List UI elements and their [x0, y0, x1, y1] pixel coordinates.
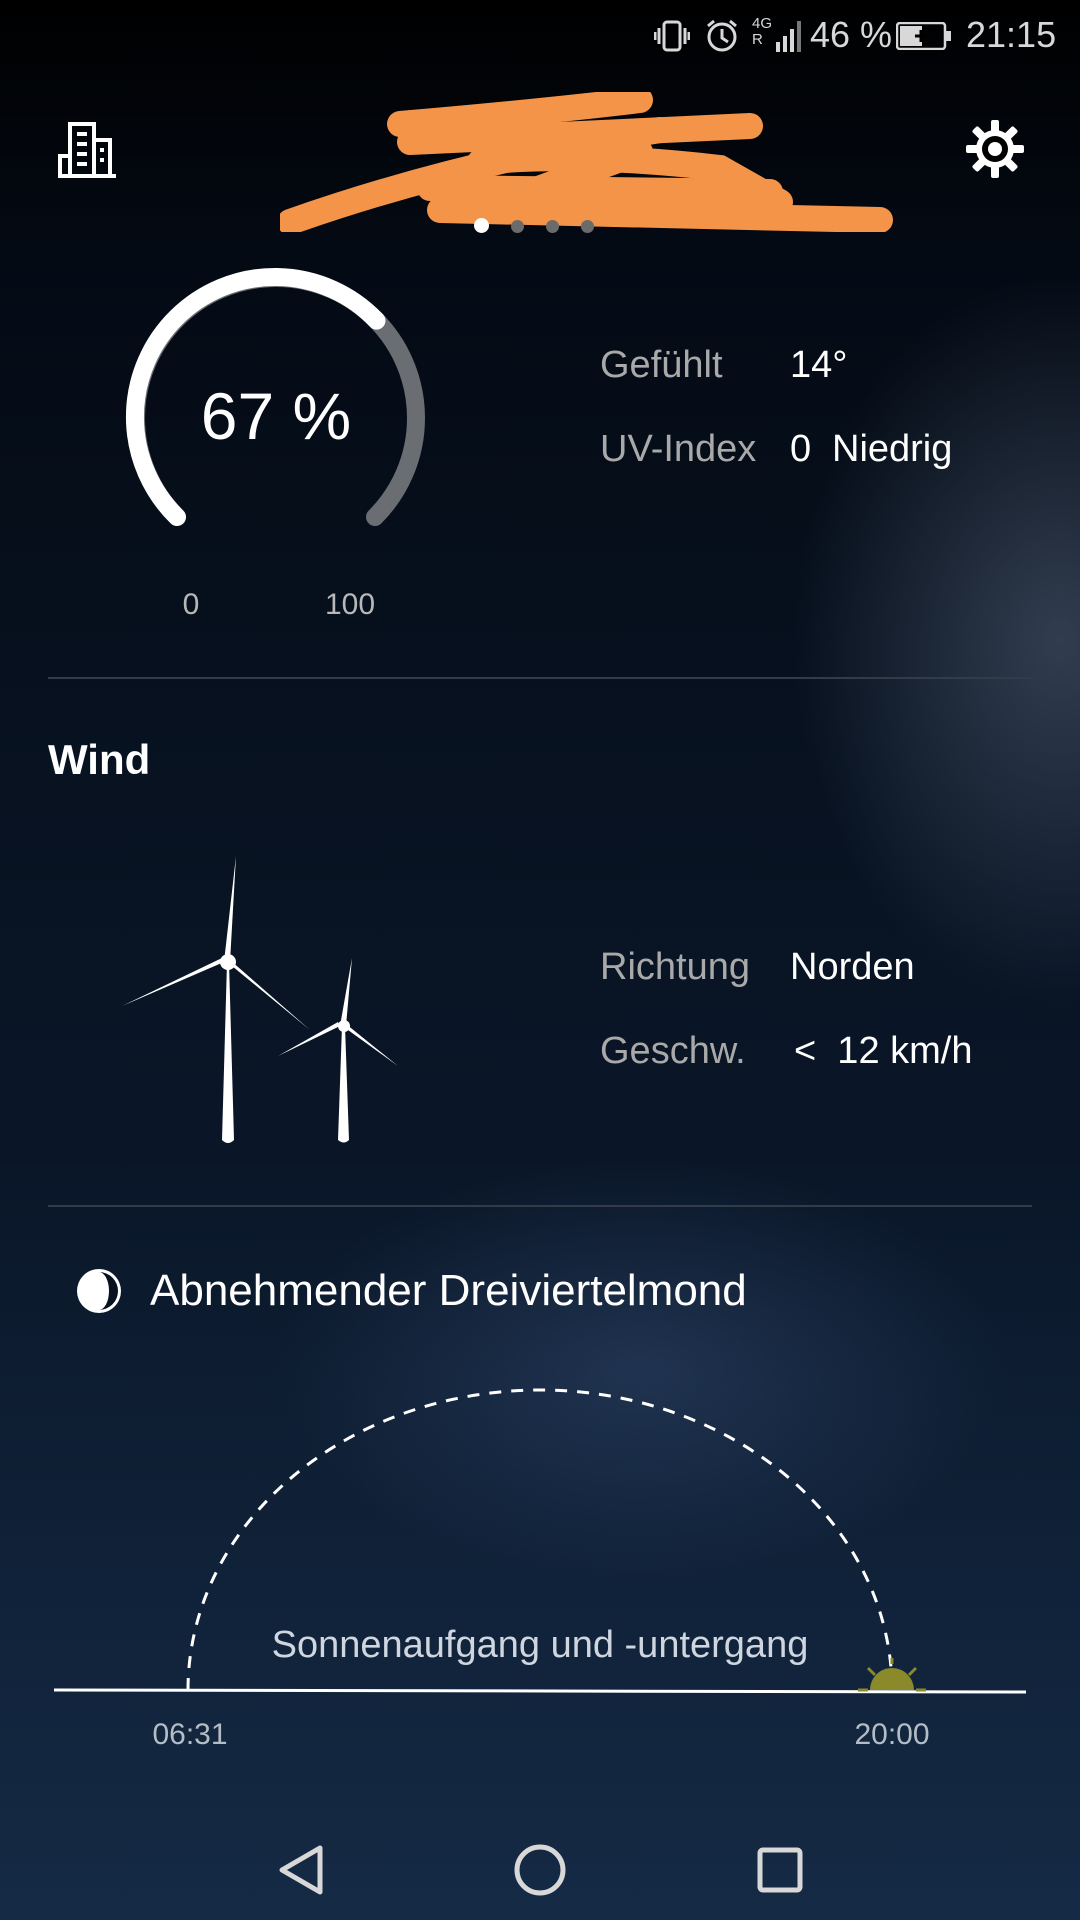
divider [48, 677, 1032, 679]
sun-path-chart [53, 1388, 1027, 1694]
sunrise-time: 06:31 [152, 1718, 228, 1751]
wind-section-title: Wind [48, 736, 151, 783]
battery-percent: 46 % [810, 14, 893, 55]
wind-direction-label: Richtung [600, 946, 750, 988]
gauge-max-label: 100 [324, 588, 376, 621]
signal-icon [776, 21, 801, 52]
vibrate-icon [654, 20, 690, 52]
page-indicator [474, 218, 616, 233]
status-bar: 4G R 46 % 21:15 [0, 0, 1080, 72]
sunset-time: 20:00 [854, 1718, 930, 1751]
wind-speed-value: < 12 km/h [794, 1030, 973, 1072]
sun-caption: Sonnenaufgang und -untergang [271, 1624, 809, 1666]
gear-icon[interactable] [964, 118, 1026, 180]
feels-like-label: Gefühlt [600, 344, 723, 386]
sun-ray [907, 1666, 918, 1677]
page-dot[interactable] [546, 220, 559, 233]
humidity-value: 67 % [200, 379, 352, 453]
clock: 21:15 [966, 14, 1057, 55]
recents-icon[interactable] [750, 1840, 810, 1900]
horizon-line [53, 1688, 1027, 1694]
wind-turbine-icon [122, 856, 398, 1143]
uv-index-value: 0 [790, 428, 812, 470]
uv-index-level: Niedrig [832, 428, 953, 470]
home-icon[interactable] [510, 1840, 570, 1900]
moon-phase-icon [77, 1269, 121, 1313]
back-icon[interactable] [272, 1840, 332, 1900]
uv-index-label: UV-Index [600, 428, 757, 470]
divider [48, 1205, 1032, 1207]
moon-phase-text: Abnehmender Dreiviertelmond [150, 1266, 747, 1315]
battery-charging-icon [896, 22, 951, 50]
location-title-obscured[interactable] [280, 92, 900, 232]
network-type: 4G R [752, 15, 773, 48]
wind-speed-label: Geschw. [600, 1030, 746, 1072]
page-dot[interactable] [511, 220, 524, 233]
sun-ray [866, 1666, 877, 1677]
sun-body [869, 1668, 914, 1690]
gauge-min-label: 0 [182, 588, 200, 621]
city-buildings-icon[interactable] [52, 120, 118, 180]
alarm-icon [707, 19, 737, 52]
page-dot[interactable] [581, 220, 594, 233]
page-dot-active[interactable] [474, 218, 489, 233]
wind-direction-value: Norden [790, 946, 915, 988]
feels-like-value: 14° [790, 344, 848, 386]
